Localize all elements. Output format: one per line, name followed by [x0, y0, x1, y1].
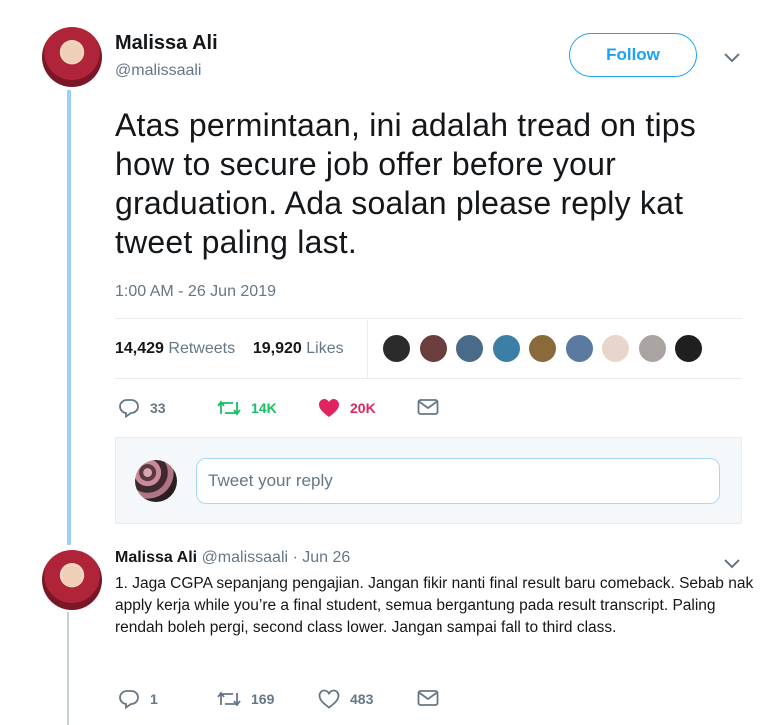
like-count: 483: [350, 691, 374, 707]
liker-avatar[interactable]: [454, 333, 485, 364]
tweet-date[interactable]: Jun 26: [302, 549, 350, 566]
thread-connector-line: [67, 90, 71, 545]
avatar[interactable]: [42, 550, 102, 610]
chevron-down-icon[interactable]: [724, 556, 740, 572]
retweet-action[interactable]: 14K: [217, 398, 277, 418]
reply-count: 1: [150, 691, 158, 707]
direct-message-action[interactable]: [417, 398, 449, 416]
engagement-stats: 14,429 Retweets 19,920 Likes: [115, 340, 344, 358]
liker-avatar[interactable]: [673, 333, 704, 364]
liker-avatar[interactable]: [417, 333, 449, 364]
reply-count: 33: [150, 400, 166, 416]
tweet-timestamp[interactable]: 1:00 AM - 26 Jun 2019: [115, 283, 276, 301]
divider: [115, 378, 742, 379]
direct-message-action[interactable]: [417, 689, 449, 707]
like-action[interactable]: 20K: [318, 398, 376, 418]
chevron-down-icon[interactable]: [724, 50, 740, 66]
thread-connector-line: [67, 612, 69, 725]
liker-avatar[interactable]: [490, 333, 522, 364]
retweet-count: 169: [251, 691, 275, 707]
reply-icon: [119, 399, 139, 418]
reply-icon: [119, 690, 139, 709]
heart-filled-icon: [319, 399, 339, 417]
reply-action[interactable]: 1: [118, 689, 158, 709]
retweets-count[interactable]: 14,429: [115, 340, 164, 357]
liker-avatar[interactable]: [527, 333, 558, 364]
retweet-action[interactable]: 169: [217, 689, 274, 709]
liker-avatar[interactable]: [636, 333, 668, 364]
liker-avatar[interactable]: [381, 333, 412, 364]
separator-dot: ·: [292, 549, 298, 566]
heart-outline-icon: [318, 689, 340, 709]
likes-label[interactable]: Likes: [306, 340, 343, 357]
author-name[interactable]: Malissa Ali: [115, 32, 218, 55]
retweet-count: 14K: [251, 400, 277, 416]
liker-avatar[interactable]: [600, 333, 631, 364]
divider: [115, 318, 742, 319]
reply-tweet-text: 1. Jaga CGPA sepanjang pengajian. Jangan…: [115, 575, 754, 636]
current-user-avatar[interactable]: [135, 460, 177, 502]
retweets-label[interactable]: Retweets: [168, 340, 235, 357]
retweet-icon: [217, 400, 241, 416]
avatar[interactable]: [42, 27, 102, 87]
reply-input[interactable]: [196, 458, 720, 504]
like-action[interactable]: 483: [318, 689, 373, 709]
liker-avatar[interactable]: [563, 333, 595, 364]
follow-button[interactable]: Follow: [569, 33, 697, 77]
author-handle[interactable]: @malissaali: [115, 62, 201, 80]
envelope-icon: [417, 399, 439, 415]
envelope-icon: [417, 690, 439, 706]
like-count: 20K: [350, 400, 376, 416]
author-handle[interactable]: @malissaali: [202, 549, 288, 566]
tweet-text: Atas permintaan, ini adalah tread on tip…: [115, 107, 696, 260]
likes-count[interactable]: 19,920: [253, 340, 302, 357]
author-name[interactable]: Malissa Ali: [115, 549, 197, 566]
reply-author-line: Malissa Ali @malissaali · Jun 26: [115, 549, 350, 567]
stats-separator: [367, 320, 368, 378]
reply-action[interactable]: 33: [118, 398, 166, 418]
retweet-icon: [217, 691, 241, 707]
